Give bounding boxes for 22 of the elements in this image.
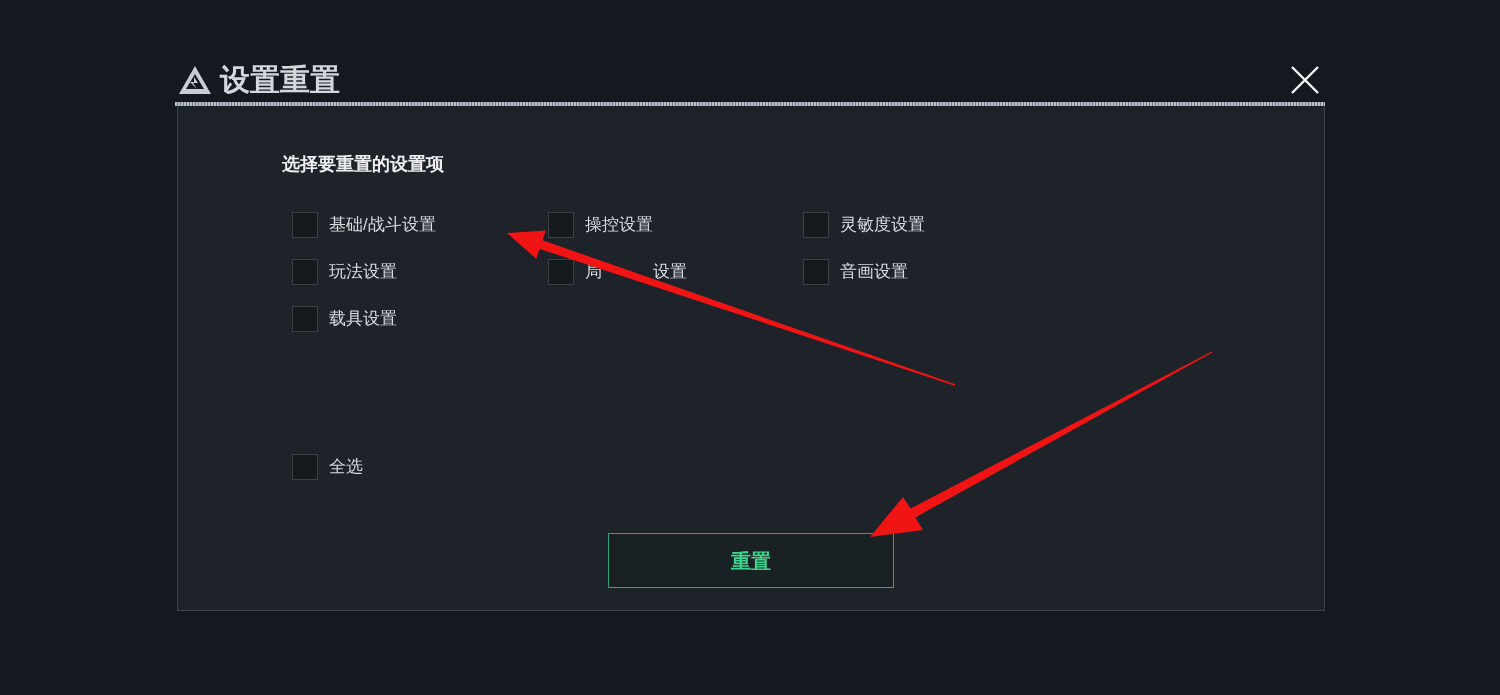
triangle-logo-icon <box>178 65 212 95</box>
option-label: 全选 <box>329 456 363 478</box>
dialog-title: 设置重置 <box>220 65 340 95</box>
checkbox[interactable] <box>803 259 829 285</box>
checkbox[interactable] <box>292 259 318 285</box>
checkbox[interactable] <box>292 454 318 480</box>
option-label: 设置 <box>653 261 687 283</box>
reset-button[interactable]: 重置 <box>608 533 894 588</box>
checkbox[interactable] <box>292 212 318 238</box>
option-label: 操控设置 <box>585 214 653 236</box>
checkbox[interactable] <box>292 306 318 332</box>
section-heading: 选择要重置的设置项 <box>282 153 444 175</box>
checkbox[interactable] <box>548 259 574 285</box>
checkbox[interactable] <box>803 212 829 238</box>
option-label: 音画设置 <box>840 261 908 283</box>
option-label: 玩法设置 <box>329 261 397 283</box>
close-button[interactable] <box>1290 65 1320 95</box>
close-icon <box>1290 66 1320 94</box>
option-label: 基础/战斗设置 <box>329 214 436 236</box>
option-label: 载具设置 <box>329 308 397 330</box>
option-label: 灵敏度设置 <box>840 214 925 236</box>
checkbox[interactable] <box>548 212 574 238</box>
